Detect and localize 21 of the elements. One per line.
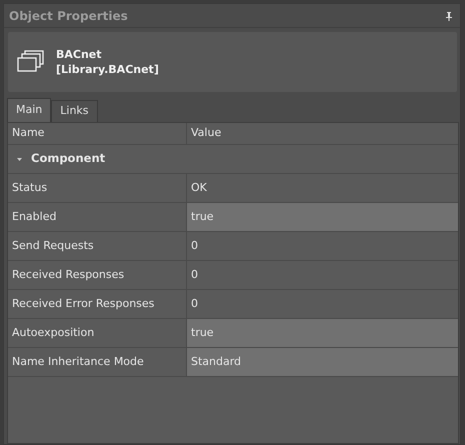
property-value: OK bbox=[190, 180, 208, 196]
value-field[interactable]: Standard bbox=[187, 348, 458, 376]
pin-icon[interactable] bbox=[444, 10, 454, 20]
object-type: [Library.BACnet] bbox=[56, 62, 159, 77]
group-label[interactable]: Component bbox=[31, 150, 106, 168]
property-name: Send Requests bbox=[8, 232, 187, 260]
property-name: Received Responses bbox=[8, 261, 187, 289]
column-header[interactable]: Name bbox=[8, 123, 187, 144]
object-name: BACnet bbox=[56, 47, 103, 62]
property-value: 0 bbox=[190, 266, 199, 283]
collapse-caret-icon[interactable] bbox=[16, 156, 23, 162]
column-header[interactable]: Value bbox=[187, 123, 458, 144]
property-value: 0 bbox=[190, 238, 199, 254]
property-name: Status bbox=[8, 174, 187, 202]
tab[interactable]: Main bbox=[7, 98, 52, 122]
value-field[interactable]: true bbox=[187, 203, 458, 231]
panel-title: Object Properties bbox=[9, 8, 128, 24]
property-name: Received Error Responses bbox=[8, 290, 187, 318]
property-value: 0 bbox=[190, 296, 199, 312]
tab[interactable]: Links bbox=[51, 100, 98, 122]
value-field[interactable]: true bbox=[187, 319, 458, 347]
